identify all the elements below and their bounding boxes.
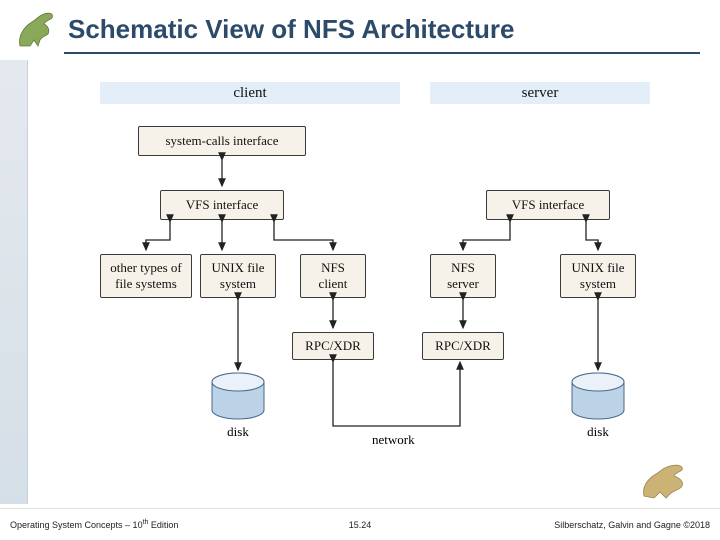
footer-left: Operating System Concepts – 10th Edition (10, 519, 178, 530)
nfs-architecture-diagram: client server system-calls interface VFS… (100, 82, 660, 482)
page-title: Schematic View of NFS Architecture (68, 14, 514, 45)
column-header-client: client (100, 82, 400, 104)
box-rpc-xdr-client: RPC/XDR (292, 332, 374, 360)
box-other-filesystems: other types of file systems (100, 254, 192, 298)
box-rpc-xdr-server: RPC/XDR (422, 332, 504, 360)
slide-footer: Operating System Concepts – 10th Edition… (0, 508, 720, 540)
disk-server-icon (570, 372, 626, 422)
box-nfs-server: NFS server (430, 254, 496, 298)
footer-book-title-a: Operating System Concepts – 10 (10, 520, 143, 530)
box-vfs-client: VFS interface (160, 190, 284, 220)
title-underline (64, 52, 700, 54)
dinosaur-logo-icon (14, 6, 62, 52)
footer-book-title-b: Edition (148, 520, 178, 530)
disk-client-label: disk (224, 424, 252, 440)
network-label: network (372, 432, 415, 448)
disk-client-icon (210, 372, 266, 422)
box-nfs-client: NFS client (300, 254, 366, 298)
box-unix-fs-server: UNIX file system (560, 254, 636, 298)
column-header-server: server (430, 82, 650, 104)
box-vfs-server: VFS interface (486, 190, 610, 220)
disk-server-label: disk (584, 424, 612, 440)
box-unix-fs-client: UNIX file system (200, 254, 276, 298)
box-system-calls-interface: system-calls interface (138, 126, 306, 156)
footer-authors: Silberschatz, Galvin and Gagne ©2018 (554, 520, 710, 530)
dinosaur-footer-icon (640, 460, 694, 502)
footer-page-number: 15.24 (349, 520, 372, 530)
slide-sidebar (0, 60, 28, 504)
